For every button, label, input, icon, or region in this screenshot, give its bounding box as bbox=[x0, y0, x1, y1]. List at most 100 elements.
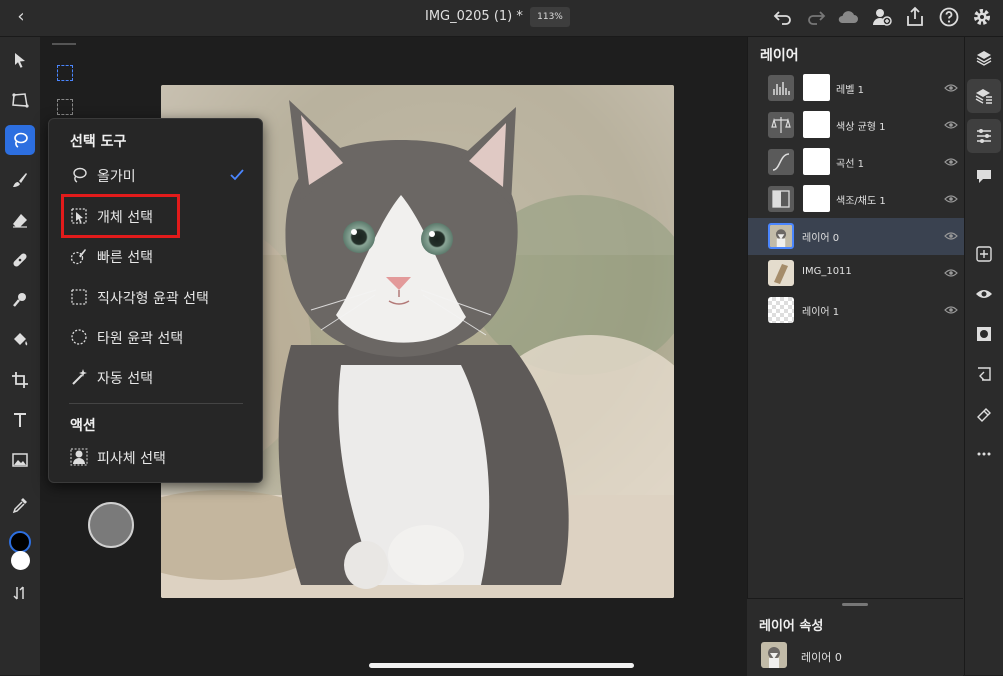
magic-wand-icon bbox=[70, 368, 88, 386]
layer-name: 레이어 1 bbox=[802, 307, 840, 318]
rect-marquee-icon bbox=[70, 288, 88, 306]
selection-tools-menu: 선택 도구 올가미 개체 선택 빠른 선택 직사각형 윤곽 선택 타원 윤곽 선… bbox=[48, 118, 263, 483]
visibility-eye-icon[interactable] bbox=[944, 80, 958, 94]
layer-mask-thumbnail[interactable] bbox=[803, 74, 830, 101]
layers-stack-icon[interactable] bbox=[967, 41, 1001, 75]
ellipse-marquee-icon bbox=[70, 328, 88, 346]
checkmark-icon bbox=[229, 167, 245, 187]
healing-brush-icon[interactable] bbox=[5, 245, 35, 275]
add-layer-icon[interactable] bbox=[967, 237, 1001, 271]
properties-layer-thumbnail bbox=[761, 642, 787, 668]
layer-image-thumbnail bbox=[768, 260, 794, 286]
adjustments-sliders-icon[interactable] bbox=[967, 119, 1001, 153]
strip-handle bbox=[52, 43, 76, 45]
visibility-eye-icon[interactable] bbox=[944, 302, 958, 316]
menu-item-label: 빠른 선택 bbox=[97, 250, 153, 266]
properties-layer-name: 레이어 0 bbox=[801, 651, 842, 664]
visibility-eye-icon[interactable] bbox=[944, 154, 958, 168]
crop-tool-icon[interactable] bbox=[5, 365, 35, 395]
paint-bucket-icon[interactable] bbox=[5, 325, 35, 355]
home-indicator[interactable] bbox=[369, 663, 634, 668]
menu-item-quick-select[interactable]: 빠른 선택 bbox=[50, 238, 261, 274]
menu-item-lasso[interactable]: 올가미 bbox=[50, 157, 261, 193]
quick-select-icon bbox=[70, 247, 88, 265]
layer-row-hue-saturation[interactable]: 색조/채도 1 bbox=[748, 181, 964, 218]
background-color-swatch[interactable] bbox=[11, 551, 30, 570]
place-image-icon[interactable] bbox=[5, 445, 35, 475]
layer-name: 색조/채도 1 bbox=[836, 196, 886, 207]
menu-item-ellipse-marquee[interactable]: 타원 윤곽 선택 bbox=[50, 319, 261, 355]
selection-marquee-icon[interactable] bbox=[57, 65, 73, 81]
layer-row-color-balance[interactable]: 색상 균형 1 bbox=[748, 107, 964, 144]
redo-icon[interactable] bbox=[804, 5, 828, 29]
visibility-eye-icon[interactable] bbox=[944, 265, 958, 279]
eraser-tool-icon[interactable] bbox=[5, 205, 35, 235]
swap-colors-icon[interactable] bbox=[5, 578, 35, 608]
menu-item-label: 직사각형 윤곽 선택 bbox=[97, 291, 209, 307]
layer-row-curves[interactable]: 곡선 1 bbox=[748, 144, 964, 181]
curves-adjustment-icon bbox=[768, 149, 794, 175]
annotation-highlight-box bbox=[61, 194, 180, 238]
layer-mask-thumbnail[interactable] bbox=[803, 148, 830, 175]
layer-details-icon[interactable] bbox=[967, 79, 1001, 113]
transform-tool-icon[interactable] bbox=[5, 85, 35, 115]
visibility-eye-icon[interactable] bbox=[944, 191, 958, 205]
share-icon[interactable] bbox=[903, 5, 927, 29]
menu-item-label: 피사체 선택 bbox=[97, 451, 166, 467]
layer-row-img-1011[interactable]: IMG_1011 bbox=[748, 255, 964, 292]
menu-divider bbox=[69, 403, 243, 404]
document-title: IMG_0205 (1) * bbox=[425, 9, 523, 24]
levels-adjustment-icon bbox=[768, 75, 794, 101]
visibility-icon[interactable] bbox=[967, 277, 1001, 311]
lasso-icon bbox=[70, 166, 88, 184]
zoom-level-button[interactable]: 113% bbox=[530, 7, 570, 27]
type-tool-icon[interactable] bbox=[5, 405, 35, 435]
left-toolbar bbox=[0, 37, 40, 675]
layer-row-layer-1[interactable]: 레이어 1 bbox=[748, 292, 964, 329]
layer-mask-thumbnail[interactable] bbox=[803, 111, 830, 138]
layer-name: 레벨 1 bbox=[836, 85, 864, 96]
hue-saturation-adjustment-icon bbox=[768, 186, 794, 212]
menu-item-rect-marquee[interactable]: 직사각형 윤곽 선택 bbox=[50, 279, 261, 315]
layer-row-levels[interactable]: 레벨 1 bbox=[748, 70, 964, 107]
layer-mask-icon[interactable] bbox=[967, 317, 1001, 351]
menu-section-title: 선택 도구 bbox=[70, 134, 127, 150]
layer-name: 색상 균형 1 bbox=[836, 122, 886, 133]
help-icon[interactable] bbox=[937, 5, 961, 29]
color-balance-adjustment-icon bbox=[768, 112, 794, 138]
right-panel-toolbar bbox=[964, 37, 1003, 675]
comments-icon[interactable] bbox=[967, 159, 1001, 193]
undo-icon[interactable] bbox=[771, 5, 795, 29]
brush-tool-icon[interactable] bbox=[5, 165, 35, 195]
lasso-tool-icon[interactable] bbox=[5, 125, 35, 155]
foreground-color-swatch[interactable] bbox=[9, 531, 31, 553]
selection-option-icon[interactable] bbox=[57, 99, 73, 115]
layer-name: 레이어 0 bbox=[802, 233, 840, 244]
visibility-eye-icon[interactable] bbox=[944, 117, 958, 131]
clear-eraser-icon[interactable] bbox=[967, 397, 1001, 431]
menu-section-actions: 액션 bbox=[70, 418, 96, 434]
panel-drag-handle[interactable] bbox=[842, 603, 868, 606]
clipping-mask-icon[interactable] bbox=[967, 357, 1001, 391]
layer-row-layer-0[interactable]: 레이어 0 bbox=[748, 218, 964, 255]
menu-item-magic-wand[interactable]: 자동 선택 bbox=[50, 359, 261, 395]
layer-image-thumbnail bbox=[768, 223, 794, 249]
more-options-icon[interactable] bbox=[967, 437, 1001, 471]
brush-size-preview[interactable] bbox=[88, 502, 134, 548]
select-subject-icon bbox=[70, 448, 88, 466]
layer-properties-title: 레이어 속성 bbox=[759, 619, 824, 634]
settings-gear-icon[interactable] bbox=[970, 5, 994, 29]
eyedropper-icon[interactable] bbox=[5, 490, 35, 520]
menu-item-select-subject[interactable]: 피사체 선택 bbox=[50, 439, 261, 475]
invite-user-icon[interactable] bbox=[869, 5, 893, 29]
back-icon[interactable]: ‹ bbox=[10, 6, 32, 28]
layer-name: IMG_1011 bbox=[802, 266, 852, 277]
cloud-icon[interactable] bbox=[836, 5, 860, 29]
clone-stamp-icon[interactable] bbox=[5, 285, 35, 315]
top-bar: ‹ IMG_0205 (1) * 113% bbox=[0, 0, 1003, 37]
layer-properties-panel: 레이어 속성 레이어 0 bbox=[747, 598, 963, 676]
visibility-eye-icon[interactable] bbox=[944, 228, 958, 242]
layer-mask-thumbnail[interactable] bbox=[803, 185, 830, 212]
move-tool-icon[interactable] bbox=[5, 45, 35, 75]
menu-item-label: 자동 선택 bbox=[97, 371, 153, 387]
